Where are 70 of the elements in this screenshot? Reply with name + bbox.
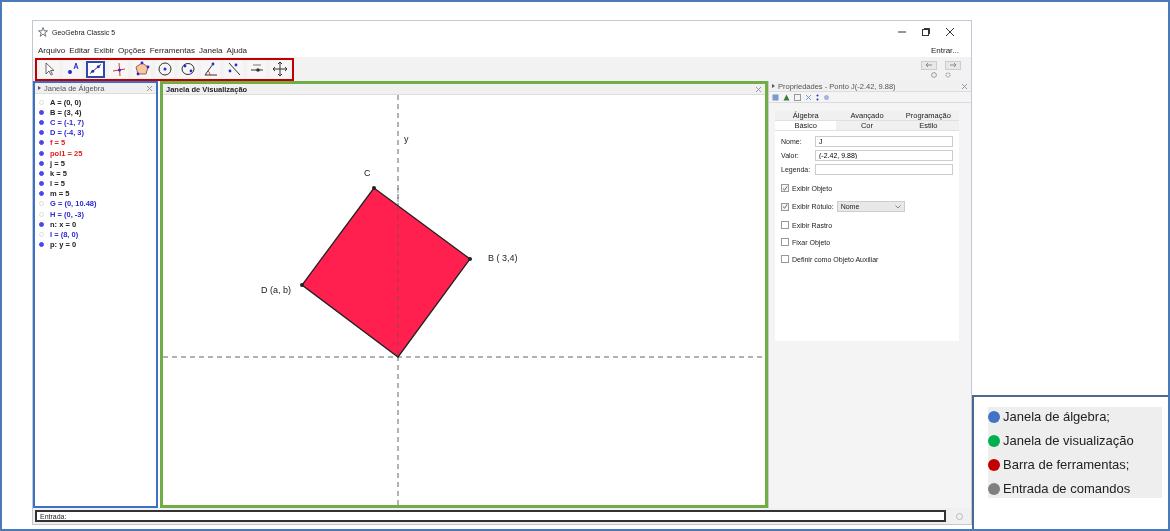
close-icon[interactable] — [945, 27, 955, 37]
tool-button[interactable] — [86, 60, 105, 78]
undo-icon — [925, 62, 933, 68]
menu-item[interactable]: Ajuda — [226, 45, 248, 55]
collapse-icon[interactable] — [772, 84, 775, 88]
circle-icon — [156, 61, 173, 77]
legend-text: Janela de álgebra; — [1003, 409, 1110, 424]
visibility-dot[interactable] — [39, 130, 44, 136]
menu-item[interactable]: Janela — [199, 45, 223, 55]
menu-item[interactable]: Exibir — [94, 45, 115, 55]
point[interactable] — [300, 283, 304, 287]
tool-button[interactable] — [155, 60, 174, 78]
tool-button[interactable] — [40, 60, 59, 78]
menu-item[interactable]: Arquivo — [38, 45, 66, 55]
point[interactable] — [468, 257, 472, 261]
tool-button[interactable] — [132, 60, 151, 78]
point-label: D (a, b) — [261, 285, 291, 295]
point-label: B ( 3,4) — [488, 253, 518, 263]
tool-button[interactable] — [109, 60, 128, 78]
menu-item[interactable]: Editar — [69, 45, 91, 55]
dots-icon[interactable] — [816, 93, 819, 101]
visibility-dot[interactable] — [39, 109, 44, 115]
checkbox[interactable] — [781, 255, 789, 263]
triangle-icon[interactable] — [783, 93, 790, 101]
move-arrows-icon — [271, 61, 288, 77]
checkbox[interactable] — [781, 221, 789, 229]
login-link[interactable]: Entrar... — [931, 45, 959, 55]
tool-button[interactable] — [178, 60, 197, 78]
collapse-icon[interactable] — [38, 86, 41, 90]
visibility-dot[interactable] — [39, 140, 44, 146]
object-icon[interactable] — [772, 93, 779, 101]
star-icon — [38, 27, 48, 37]
checkbox[interactable] — [781, 238, 789, 246]
perpendicular-icon — [110, 61, 127, 77]
input-field[interactable] — [815, 164, 953, 175]
point[interactable] — [372, 186, 376, 190]
line-icon — [88, 61, 103, 77]
legend-text: Janela de visualização — [1003, 433, 1134, 448]
visibility-dot[interactable] — [39, 150, 44, 156]
visibility-dot[interactable] — [39, 160, 44, 166]
point-label: C — [364, 168, 371, 178]
square-polygon[interactable] — [301, 187, 471, 358]
maximize-icon[interactable] — [921, 27, 931, 37]
legend-text: Entrada de comandos — [1003, 481, 1131, 496]
menu-item[interactable]: Ferramentas — [149, 45, 195, 55]
visibility-dot[interactable] — [39, 181, 44, 187]
tool-button[interactable] — [247, 60, 266, 78]
polygon-icon — [133, 61, 150, 77]
menu-item[interactable]: Opções — [118, 45, 146, 55]
grid-icon[interactable] — [794, 93, 801, 101]
visibility-dot[interactable] — [39, 242, 44, 248]
axes-icon[interactable] — [805, 93, 812, 101]
angle-icon — [202, 61, 219, 77]
visibility-dot[interactable] — [39, 119, 44, 125]
visibility-dot[interactable] — [39, 170, 44, 176]
ellipse-icon — [179, 61, 196, 77]
visibility-dot[interactable] — [39, 221, 44, 227]
visibility-dot[interactable] — [39, 191, 44, 197]
caret-icon — [894, 204, 901, 209]
tool-button[interactable] — [201, 60, 220, 78]
redo-button[interactable] — [945, 60, 961, 70]
checkbox[interactable] — [781, 202, 789, 211]
legend-text: Barra de ferramentas; — [1003, 457, 1130, 472]
tool-button[interactable] — [63, 60, 82, 78]
axis-label: y — [404, 134, 409, 144]
redo-icon — [949, 62, 957, 68]
undo-button[interactable] — [921, 60, 937, 70]
tool-button[interactable] — [224, 60, 243, 78]
checkbox[interactable] — [781, 184, 789, 192]
tool-button[interactable] — [270, 60, 289, 78]
